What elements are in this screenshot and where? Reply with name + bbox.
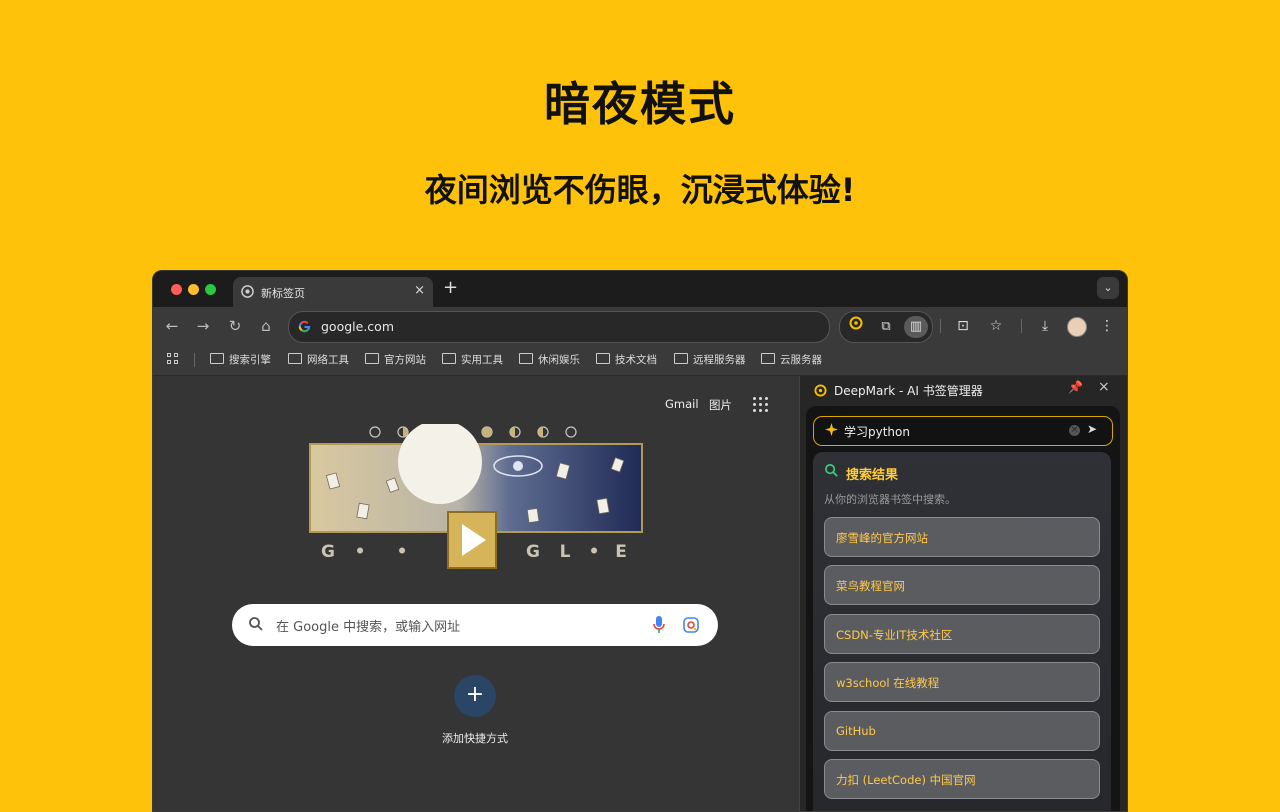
folder-icon: [519, 353, 533, 364]
tab-new-tab[interactable]: 新标签页 ×: [233, 277, 433, 307]
bookmark-folder[interactable]: 云服务器: [761, 352, 822, 367]
deepmark-extension-icon[interactable]: [844, 316, 868, 338]
clear-icon[interactable]: ×: [1069, 425, 1080, 436]
pin-icon[interactable]: 📌: [1068, 380, 1083, 394]
result-item[interactable]: w3school 在线教程: [824, 662, 1100, 702]
tab-search-chevron-icon[interactable]: ⌄: [1097, 277, 1119, 299]
folder-icon: [288, 353, 302, 364]
hero-subtitle: 夜间浏览不伤眼，沉浸式体验!: [424, 171, 856, 209]
side-panel-icon[interactable]: ▥: [904, 316, 928, 338]
side-panel-header: DeepMark - AI 书签管理器 📌 ×: [800, 376, 1127, 402]
bookmark-folder[interactable]: 休闲娱乐: [519, 352, 580, 367]
folder-icon: [442, 353, 456, 364]
toolbar-divider: [1021, 319, 1022, 333]
search-results-icon: [824, 463, 839, 482]
result-item[interactable]: GitHub: [824, 711, 1100, 751]
add-shortcut-label: 添加快捷方式: [442, 732, 508, 745]
add-shortcut-button[interactable]: +: [454, 675, 496, 717]
new-tab-button[interactable]: +: [443, 277, 458, 298]
bookmark-folder[interactable]: 搜索引擎: [210, 352, 271, 367]
zoom-window-button[interactable]: [205, 284, 216, 295]
doodle-letter: •: [397, 542, 408, 562]
toolbar-divider: [940, 319, 941, 333]
folder-icon: [365, 353, 379, 364]
bookmark-folder[interactable]: 官方网站: [365, 352, 426, 367]
deepmark-panel: 学习python × ➤ 搜索结果 从你的浏览器书签中搜索。 廖雪峰的官方网站 …: [806, 406, 1120, 811]
minimize-window-button[interactable]: [188, 284, 199, 295]
profile-avatar[interactable]: [1067, 317, 1087, 337]
bookmark-folder[interactable]: 实用工具: [442, 352, 503, 367]
reload-icon[interactable]: ↻: [224, 315, 246, 337]
gmail-link[interactable]: Gmail: [665, 397, 699, 411]
address-bar[interactable]: google.com: [288, 311, 830, 343]
search-icon: [248, 616, 264, 636]
side-panel: DeepMark - AI 书签管理器 📌 × 学习python × ➤ 搜索结…: [799, 376, 1127, 811]
apps-grid-icon[interactable]: [167, 353, 181, 367]
search-query: 学习python: [844, 425, 910, 439]
send-icon[interactable]: ➤: [1087, 422, 1097, 436]
tab-strip: 新标签页 × + ⌄: [153, 271, 1127, 307]
bookmark-folder[interactable]: 远程服务器: [674, 352, 746, 367]
google-g-icon: [297, 319, 312, 338]
tab-close-icon[interactable]: ×: [414, 283, 425, 298]
forward-icon[interactable]: →: [192, 315, 214, 337]
google-doodle[interactable]: G • • G L • E: [298, 424, 654, 574]
google-apps-icon[interactable]: [753, 397, 769, 413]
side-panel-title: DeepMark - AI 书签管理器: [834, 384, 983, 398]
doodle-letter: •: [355, 542, 366, 562]
search-results-card: 搜索结果 从你的浏览器书签中搜索。 廖雪峰的官方网站 菜鸟教程官网 CSDN-专…: [813, 452, 1111, 811]
extensions-group: ⧉ ▥: [839, 311, 933, 343]
folder-icon: [674, 353, 688, 364]
bookmarks-divider: [194, 353, 195, 367]
doodle-letter: G: [321, 542, 335, 562]
tab-title: 新标签页: [261, 287, 305, 300]
google-lens-search-icon[interactable]: [682, 616, 700, 638]
folder-icon: [761, 353, 775, 364]
close-icon[interactable]: ×: [1098, 379, 1110, 395]
ai-search-input[interactable]: 学习python × ➤: [813, 416, 1113, 446]
close-window-button[interactable]: [171, 284, 182, 295]
doodle-letter: L: [560, 542, 571, 562]
search-placeholder: 在 Google 中搜索，或输入网址: [276, 620, 461, 635]
new-tab-page: Gmail 图片 G • • G L • E 在 Google 中搜索，或输入网…: [153, 376, 799, 811]
results-subtitle: 从你的浏览器书签中搜索。: [824, 493, 956, 506]
hero-title: 暗夜模式: [544, 77, 736, 131]
result-item[interactable]: 廖雪峰的官方网站: [824, 517, 1100, 557]
doodle-letter: E: [615, 542, 627, 562]
result-item[interactable]: 菜鸟教程官网: [824, 565, 1100, 605]
more-menu-icon[interactable]: ⋮: [1096, 315, 1118, 337]
folder-icon: [210, 353, 224, 364]
result-item[interactable]: CSDN-专业IT技术社区: [824, 614, 1100, 654]
chrome-icon: [241, 285, 254, 301]
bookmark-star-icon[interactable]: ☆: [985, 315, 1007, 337]
results-title: 搜索结果: [846, 468, 899, 483]
bookmarks-bar: 搜索引擎 网络工具 官方网站 实用工具 休闲娱乐 技术文档 远程服务器 云服务器: [153, 345, 1127, 376]
doodle-letter: •: [589, 542, 600, 562]
address-url: google.com: [321, 319, 394, 334]
toolbar: ← → ↻ ⌂ google.com ⧉ ▥ ⊡ ☆ ⤓ ⋮: [153, 307, 1127, 345]
back-icon[interactable]: ←: [161, 315, 183, 337]
images-link[interactable]: 图片: [709, 397, 732, 413]
google-search-box[interactable]: 在 Google 中搜索，或输入网址: [232, 604, 718, 646]
browser-window: 新标签页 × + ⌄ ← → ↻ ⌂ google.com ⧉ ▥ ⊡ ☆ ⤓ …: [152, 270, 1128, 812]
microphone-icon[interactable]: [652, 615, 666, 639]
extensions-puzzle-icon[interactable]: ⧉: [874, 316, 898, 338]
folder-icon: [596, 353, 610, 364]
home-icon[interactable]: ⌂: [255, 315, 277, 337]
bookmark-folder[interactable]: 网络工具: [288, 352, 349, 367]
deepmark-logo-icon: [814, 382, 827, 401]
sparkle-icon: [824, 422, 839, 441]
google-lens-icon[interactable]: ⊡: [952, 315, 974, 337]
result-item[interactable]: 力扣 (LeetCode) 中国官网: [824, 759, 1100, 799]
doodle-letter: G: [526, 542, 540, 562]
bookmark-folder[interactable]: 技术文档: [596, 352, 657, 367]
download-icon[interactable]: ⤓: [1034, 315, 1056, 337]
